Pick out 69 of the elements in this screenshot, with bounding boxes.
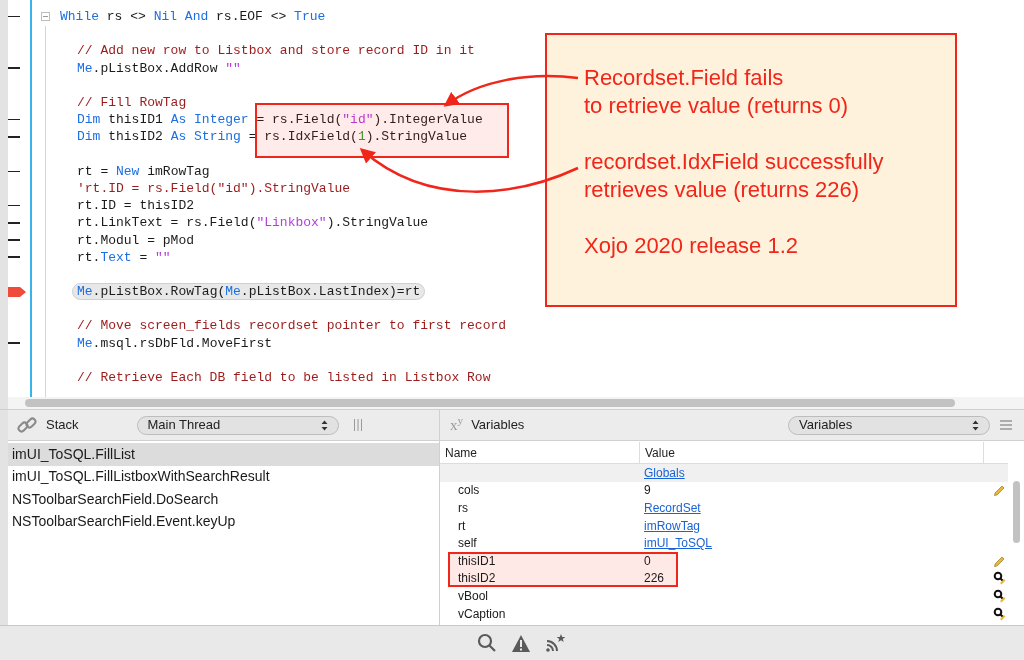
callout-text: Recordset.Field fails to retrieve value (returns 0): [584, 64, 850, 120]
columns-icon[interactable]: [352, 419, 363, 431]
link-icon: [16, 414, 38, 436]
variable-name: rs: [458, 501, 468, 515]
line-marker[interactable]: [8, 15, 20, 18]
code-line: Me.msql.rsDbFld.MoveFirst: [77, 335, 273, 351]
code-line: While rs <> Nil And rs.EOF <> True: [60, 9, 326, 25]
value-link[interactable]: Globals: [644, 465, 685, 480]
thread-popup[interactable]: Main Thread: [136, 415, 339, 435]
line-marker[interactable]: [8, 204, 20, 207]
panel-title: Stack: [46, 416, 79, 435]
column-header[interactable]: Value: [640, 442, 984, 463]
variable-value: 226: [644, 571, 665, 586]
column-header[interactable]: Name: [440, 442, 640, 463]
panel-title: Variables: [471, 416, 525, 435]
feed-star-icon[interactable]: [545, 633, 567, 653]
code-line: rt.ID = thisID2: [77, 198, 195, 214]
code-line: rt.LinkText = rs.Field("Linkbox").StringValue: [77, 215, 429, 231]
code-line: rt.Text = "": [77, 249, 171, 265]
value-link[interactable]: imRowTag: [644, 518, 700, 533]
callout-text: recordset.IdxField successfully retrieves value (returns 226): [584, 148, 885, 204]
variable-name: cols: [458, 483, 480, 498]
stack-frame[interactable]: imUI_ToSQL.FillListboxWithSearchResult: [8, 465, 439, 488]
warning-icon[interactable]: [511, 633, 531, 653]
magnifier-pencil-icon[interactable]: [992, 588, 1006, 603]
code-line: // Retrieve Each DB field to be listed in Listbox Row: [77, 370, 491, 386]
magnifier-pencil-icon[interactable]: [992, 571, 1006, 586]
code-line: rt = New imRowTag: [77, 163, 210, 179]
variable-name: self: [458, 536, 477, 551]
line-marker[interactable]: [8, 170, 20, 173]
callout-text: Xojo 2020 release 1.2: [584, 232, 800, 260]
line-marker[interactable]: [8, 256, 20, 258]
horizontal-scrollbar[interactable]: [25, 399, 955, 407]
fold-icon[interactable]: [40, 12, 50, 22]
stack-frame[interactable]: imUI_ToSQL.FillList: [8, 443, 439, 466]
variable-name: rt: [458, 518, 466, 533]
magnifier-pencil-icon[interactable]: [992, 606, 1006, 621]
menu-icon[interactable]: [1000, 420, 1012, 430]
search-icon[interactable]: [477, 633, 497, 653]
variable-value: 0: [644, 553, 651, 568]
line-marker[interactable]: [8, 118, 20, 121]
pencil-icon[interactable]: [992, 483, 1006, 498]
value-link[interactable]: imUI_ToSQL: [644, 536, 713, 551]
vertical-scrollbar[interactable]: [1012, 481, 1020, 543]
value-link[interactable]: RecordSet: [644, 501, 701, 515]
variable-name: vCaption: [458, 606, 506, 621]
code-line: Me.pListBox.AddRow "": [77, 60, 241, 76]
variable-value: 9: [644, 483, 651, 498]
stack-frame[interactable]: NSToolbarSearchField.DoSearch: [8, 488, 439, 511]
view-popup[interactable]: Variables: [788, 415, 990, 435]
code-line: Dim thisID1 As Integer = rs.Field("id").IntegerValue: [77, 112, 483, 128]
line-marker[interactable]: [8, 239, 20, 241]
variable-name: vBool: [458, 588, 489, 603]
code-line: // Add new row to Listbox and store record ID in it: [77, 43, 475, 59]
variable-name: thisID2: [458, 571, 496, 586]
stack-frame[interactable]: NSToolbarSearchField.Event.keyUp: [8, 510, 439, 533]
breakpoint-icon[interactable]: [8, 286, 26, 297]
code-line: rt.Modul = pMod: [77, 232, 195, 248]
code-line: // Fill RowTag: [77, 95, 187, 111]
line-marker[interactable]: [8, 342, 20, 344]
line-marker[interactable]: [8, 136, 20, 138]
variable-name: thisID1: [458, 553, 496, 568]
line-marker[interactable]: [8, 222, 20, 224]
line-marker[interactable]: [8, 67, 20, 69]
variables-symbol: x$^{y}$: [450, 417, 464, 433]
stepper-icon: [972, 419, 979, 431]
code-line: // Move screen_fields recordset pointer to first record: [77, 318, 507, 334]
code-line: 'rt.ID = rs.Field("id").StringValue: [77, 180, 351, 196]
stepper-icon: [320, 419, 328, 431]
